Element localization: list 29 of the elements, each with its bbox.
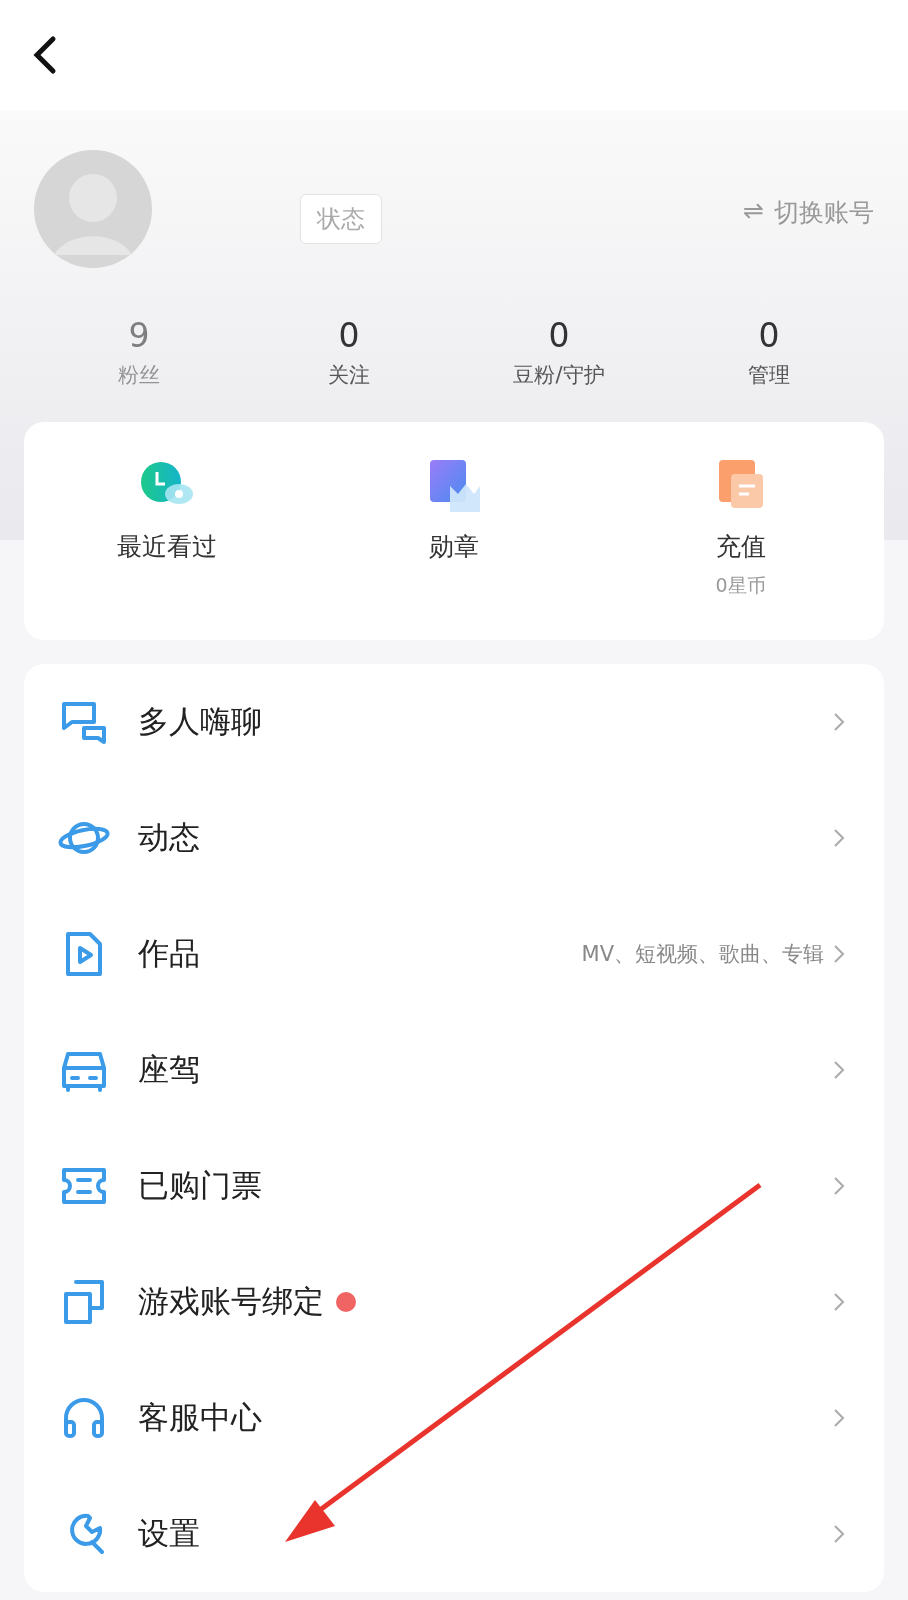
- chevron-right-icon: [832, 943, 846, 965]
- chevron-right-icon: [832, 1523, 846, 1545]
- coin-balance: 0星币: [715, 573, 766, 598]
- menu-item[interactable]: 游戏账号绑定: [24, 1244, 884, 1360]
- menu-item[interactable]: 作品 MV、短视频、歌曲、专辑: [24, 896, 884, 1012]
- chevron-right-icon: [832, 1175, 846, 1197]
- menu-item[interactable]: 多人嗨聊: [24, 664, 884, 780]
- shortcut-button[interactable]: 充值 0星币: [597, 422, 884, 640]
- menu-item[interactable]: 设置: [24, 1476, 884, 1592]
- chevron-right-icon: [832, 1059, 846, 1081]
- chevron-right-icon: [832, 1291, 846, 1313]
- item-hint: MV、短视频、歌曲、专辑: [581, 941, 824, 968]
- stat-label: 豆粉/守护: [513, 362, 605, 389]
- stat-count: 9: [128, 316, 150, 355]
- stat-label: 管理: [748, 362, 790, 389]
- shortcut-button[interactable]: 勋章: [310, 422, 598, 640]
- stat-label: 关注: [328, 362, 370, 389]
- stat-count: 0: [338, 316, 360, 355]
- stat-label: 粉丝: [118, 362, 160, 389]
- stat-count: 0: [758, 316, 780, 355]
- menu-item[interactable]: 客服中心: [24, 1360, 884, 1476]
- chevron-right-icon: [832, 1407, 846, 1429]
- shortcut-button[interactable]: 最近看过: [24, 422, 311, 640]
- stat-count: 0: [548, 316, 570, 355]
- chevron-right-icon: [832, 711, 846, 733]
- menu-item[interactable]: 已购门票: [24, 1128, 884, 1244]
- chevron-right-icon: [832, 827, 846, 849]
- menu-item[interactable]: 动态: [24, 780, 884, 896]
- menu-item[interactable]: 座驾: [24, 1012, 884, 1128]
